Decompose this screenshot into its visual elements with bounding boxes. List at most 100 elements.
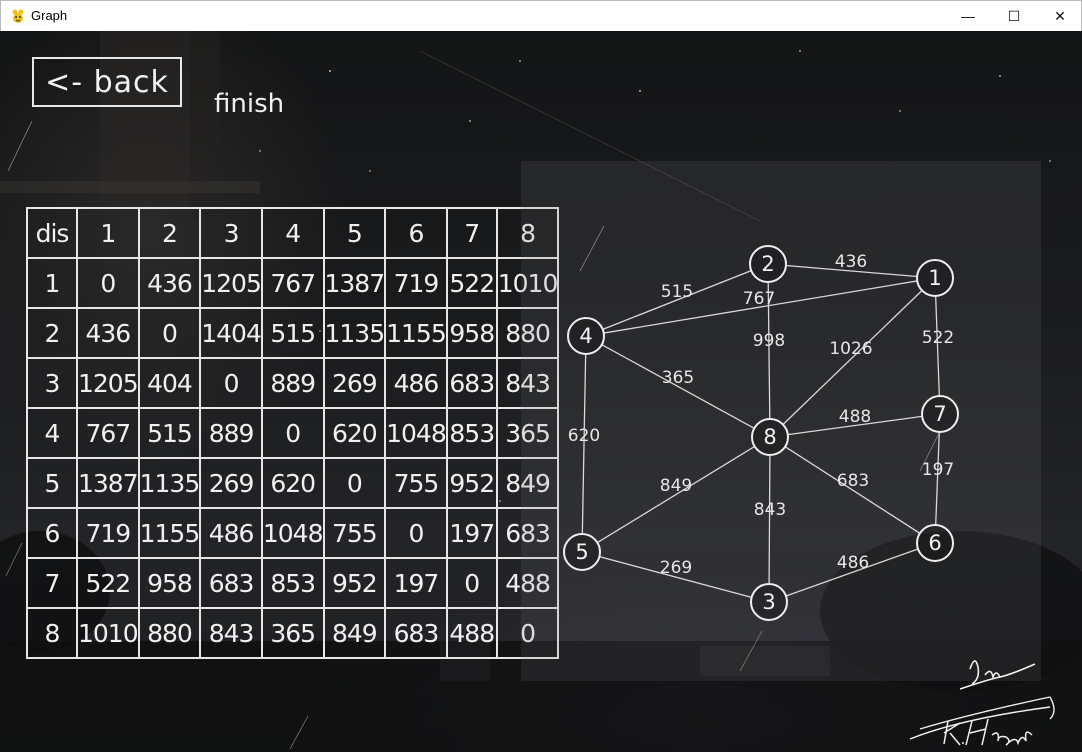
distance-cell: 849 [322, 607, 387, 659]
distance-cell: 365 [260, 607, 325, 659]
back-button[interactable]: <- back [32, 57, 182, 107]
edge-weight-label: 620 [568, 426, 600, 446]
maximize-icon: ☐ [1007, 7, 1021, 24]
window-title: Graph [31, 8, 68, 23]
distance-cell: 486 [384, 357, 448, 409]
distance-cell: 1205 [76, 357, 140, 409]
distance-cell: 197 [384, 557, 448, 609]
table-header-cell: 4 [260, 207, 325, 259]
distance-cell: 1010 [76, 607, 140, 659]
node-label: 4 [579, 324, 592, 348]
distance-cell: 952 [322, 557, 387, 609]
distance-cell: 0 [76, 257, 140, 309]
graph-node[interactable]: 3 [750, 583, 788, 621]
node-label: 1 [928, 266, 941, 290]
node-label: 5 [575, 540, 588, 564]
graph-node[interactable]: 1 [916, 259, 954, 297]
distance-cell: 683 [445, 357, 498, 409]
table-header-cell: 2 [137, 207, 202, 259]
row-header-cell: 8 [26, 607, 78, 659]
row-header-cell: 7 [26, 557, 78, 609]
distance-cell: 0 [199, 357, 263, 409]
distance-cell: 0 [384, 507, 448, 559]
table-header-cell: 1 [76, 207, 140, 259]
distance-cell: 755 [322, 507, 387, 559]
row-header-cell: 3 [26, 357, 78, 409]
edge-weight-label: 683 [837, 471, 869, 491]
row-header-cell: 6 [26, 507, 78, 559]
table-header-row: dis 1 2 3 4 5 6 7 8 [26, 207, 560, 259]
graph-node[interactable]: 8 [751, 418, 789, 456]
edge-weight-label: 197 [922, 460, 954, 480]
distance-cell: 1387 [76, 457, 140, 509]
distance-cell: 843 [199, 607, 263, 659]
maximize-button[interactable]: ☐ [991, 1, 1037, 31]
table-row: 7 522 958 683 853 952 197 0 488 [26, 557, 560, 609]
edge-weight-label: 488 [839, 407, 871, 427]
distance-cell: 853 [445, 407, 498, 459]
node-label: 7 [933, 402, 946, 426]
minimize-icon: — [961, 8, 975, 24]
distance-cell: 486 [199, 507, 263, 559]
graph-node[interactable]: 6 [916, 524, 954, 562]
distance-cell: 755 [384, 457, 448, 509]
signature-mark [909, 660, 1055, 746]
edge-weight-label: 486 [837, 553, 869, 573]
graph-node[interactable]: 4 [567, 317, 605, 355]
graph-node[interactable]: 2 [749, 245, 787, 283]
distance-cell: 522 [445, 257, 498, 309]
table-row: 8 1010 880 843 365 849 683 488 0 [26, 607, 560, 659]
graph-panel: 436 515 767 998 1026 522 365 620 488 197 849 683 843… [521, 161, 1041, 681]
distance-cell: 515 [260, 307, 325, 359]
distance-cell: 269 [199, 457, 263, 509]
distance-cell: 1135 [322, 307, 387, 359]
edge-weight-label: 1026 [829, 339, 872, 359]
table-row: 6 719 1155 486 1048 755 0 197 683 [26, 507, 560, 559]
edge-weight-label: 998 [753, 331, 785, 351]
table-row: 1 0 436 1205 767 1387 719 522 1010 [26, 257, 560, 309]
table-row: 5 1387 1135 269 620 0 755 952 849 [26, 457, 560, 509]
distance-cell: 1205 [199, 257, 263, 309]
distance-cell: 958 [137, 557, 202, 609]
distance-cell: 952 [445, 457, 498, 509]
row-header-cell: 4 [26, 407, 78, 459]
edge-weight-label: 843 [754, 500, 786, 520]
node-label: 6 [928, 531, 941, 555]
graph-node[interactable]: 5 [563, 533, 601, 571]
table-header-cell: 5 [322, 207, 387, 259]
distance-cell: 436 [137, 257, 202, 309]
table-header-cell: dis [26, 207, 78, 259]
distance-cell: 515 [137, 407, 202, 459]
table-header-cell: 7 [445, 207, 498, 259]
distance-cell: 436 [76, 307, 140, 359]
distance-cell: 889 [260, 357, 325, 409]
graph-node[interactable]: 7 [921, 395, 959, 433]
distance-cell: 719 [76, 507, 140, 559]
distance-cell: 853 [260, 557, 325, 609]
distance-cell: 1404 [199, 307, 263, 359]
distance-cell: 958 [445, 307, 498, 359]
distance-cell: 0 [137, 307, 202, 359]
app-icon [12, 9, 24, 23]
distance-cell: 1155 [137, 507, 202, 559]
distance-cell: 0 [322, 457, 387, 509]
distance-cell: 880 [137, 607, 202, 659]
edge-weight-label: 436 [835, 252, 867, 272]
distance-cell: 0 [445, 557, 498, 609]
table-header-cell: 6 [384, 207, 448, 259]
close-button[interactable]: ✕ [1037, 1, 1082, 31]
distance-cell: 620 [322, 407, 387, 459]
row-header-cell: 1 [26, 257, 78, 309]
minimize-button[interactable]: — [945, 1, 991, 31]
table-row: 2 436 0 1404 515 1135 1155 958 880 [26, 307, 560, 359]
distance-cell: 719 [384, 257, 448, 309]
edge-weight-label: 522 [922, 328, 954, 348]
distance-cell: 1048 [384, 407, 448, 459]
row-header-cell: 2 [26, 307, 78, 359]
row-header-cell: 5 [26, 457, 78, 509]
edge-weight-label: 849 [660, 476, 692, 496]
node-label: 8 [763, 425, 776, 449]
distance-cell: 197 [445, 507, 498, 559]
node-label: 3 [762, 590, 775, 614]
table-header-cell: 3 [199, 207, 263, 259]
